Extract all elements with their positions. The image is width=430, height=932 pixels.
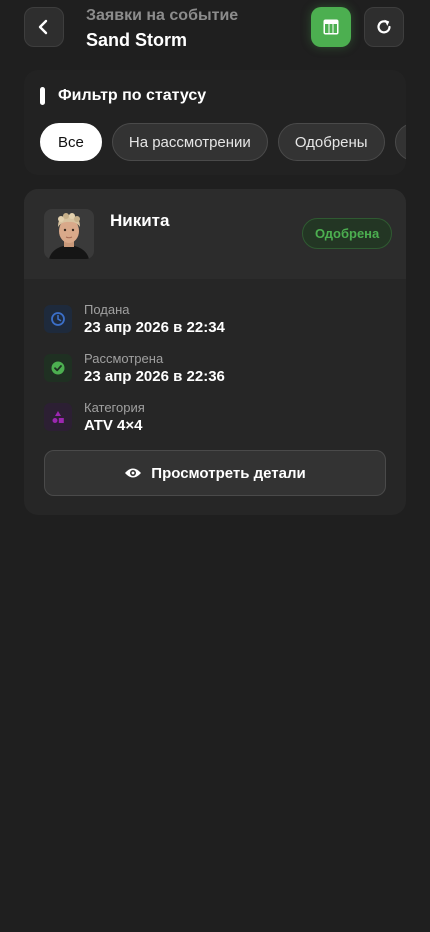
submitted-value: 23 апр 2026 в 22:34 <box>84 319 225 336</box>
clock-icon <box>44 305 72 333</box>
eye-icon <box>125 468 142 478</box>
shapes-icon <box>44 403 72 431</box>
submitted-label: Подана <box>84 302 130 317</box>
category-value: ATV 4×4 <box>84 417 143 434</box>
application-card: Никита Одобрена Подана 23 апр 2026 в 22:… <box>24 189 406 515</box>
filter-chip-all[interactable]: Все <box>40 123 102 161</box>
page-title: Sand Storm <box>86 30 188 50</box>
filter-title-label: Фильтр по статусу <box>58 87 207 104</box>
filter-chip-next[interactable] <box>394 123 406 161</box>
category-label: Категория <box>84 400 145 415</box>
status-badge: Одобрена <box>302 218 393 249</box>
chevron-left-icon <box>38 19 48 35</box>
filter-chip-pending[interactable]: На рассмотрении <box>111 123 268 161</box>
avatar <box>44 209 94 259</box>
refresh-button[interactable] <box>364 7 404 47</box>
filter-title: Фильтр по статусу <box>40 86 206 106</box>
view-details-button[interactable]: Просмотреть детали <box>44 450 386 496</box>
table-view-button[interactable] <box>311 7 351 47</box>
table-icon <box>323 19 339 35</box>
status-filter-panel: Фильтр по статусу Все На рассмотрении Од… <box>24 70 406 175</box>
submitted-row: Подана 23 апр 2026 в 22:34 <box>44 302 384 342</box>
filter-title-accent <box>40 87 45 105</box>
reviewed-label: Рассмотрена <box>84 351 164 366</box>
category-row: Категория ATV 4×4 <box>44 400 384 440</box>
check-circle-icon <box>44 354 72 382</box>
back-button[interactable] <box>24 7 64 47</box>
refresh-icon <box>377 19 391 34</box>
app-header: Заявки на событие Sand Storm <box>0 0 430 56</box>
applicant-header: Никита Одобрена <box>24 189 406 279</box>
applicant-name: Никита <box>110 211 170 230</box>
reviewed-row: Рассмотрена 23 апр 2026 в 22:36 <box>44 351 384 391</box>
header-titles: Заявки на событие Sand Storm <box>86 6 238 53</box>
reviewed-value: 23 апр 2026 в 22:36 <box>84 368 225 385</box>
view-details-label: Просмотреть детали <box>151 464 306 482</box>
page-subtitle: Заявки на событие <box>86 7 239 24</box>
filter-chips: Все На рассмотрении Одобрены <box>40 123 406 161</box>
filter-chip-approved[interactable]: Одобрены <box>277 123 385 161</box>
